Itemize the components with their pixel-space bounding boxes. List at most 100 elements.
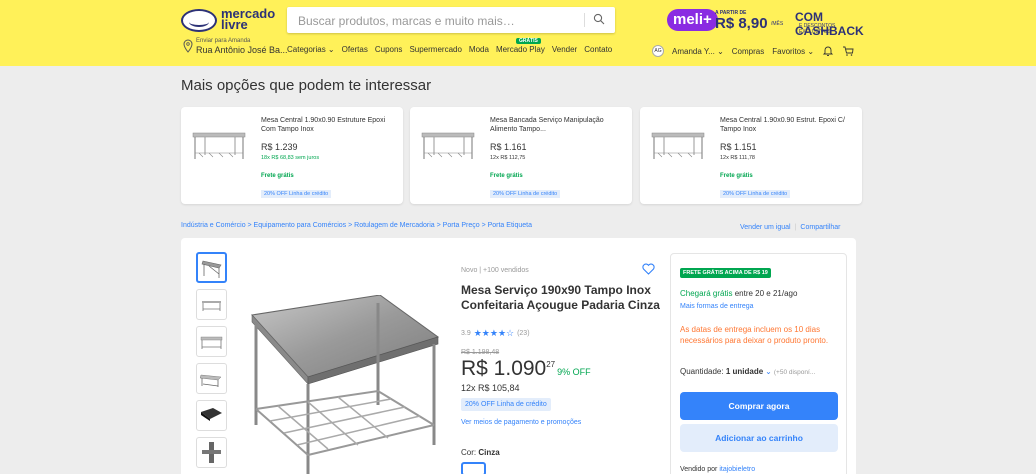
reco-card-price: R$ 1.151: [720, 142, 757, 152]
gallery-thumbnail[interactable]: [196, 252, 227, 283]
address-label: Enviar para Amanda: [196, 38, 251, 44]
meli-plus-promo[interactable]: meli+ A PARTIR DE R$ 8,90 /MÊS COM CASHB…: [667, 9, 864, 38]
reco-card-title: Mesa Central 1.90x0.90 Estruture Epoxi C…: [261, 117, 386, 133]
reco-card-shipping: Frete grátis: [261, 173, 294, 179]
location-pin-icon: [183, 39, 193, 53]
nav-categorias[interactable]: Categorias ⌄: [287, 45, 335, 54]
reco-card-installments: 18x R$ 68,83 sem juros: [261, 155, 320, 161]
mercado-livre-logo[interactable]: mercado livre: [181, 7, 275, 34]
search-input[interactable]: Buscar produtos, marcas e muito mais…: [287, 7, 615, 33]
product-panel: Novo | +100 vendidos Mesa Serviço 190x90…: [181, 238, 856, 474]
promo-cashback-sub: E DESCONTOS EXCLUSIVOS: [799, 23, 836, 35]
buy-now-button[interactable]: Comprar agora: [680, 392, 838, 420]
nav-supermercado[interactable]: Supermercado: [409, 45, 461, 54]
product-price: R$ 1.090279% OFF: [461, 357, 591, 381]
color-label: Cor:: [461, 448, 477, 457]
user-menu: AG Amanda Y... ⌄ Compras Favoritos ⌄: [652, 45, 854, 57]
arrival-free: Chegará grátis: [680, 289, 733, 298]
reco-card-installments: 12x R$ 111,78: [720, 155, 755, 161]
quantity-label: Quantidade:: [680, 367, 724, 376]
product-condition: Novo | +100 vendidos: [461, 267, 529, 274]
color-value: Cinza: [478, 448, 500, 457]
favorite-heart-icon[interactable]: [642, 263, 655, 275]
color-swatch[interactable]: [461, 462, 486, 474]
nav-ofertas[interactable]: Ofertas: [342, 45, 368, 54]
main-nav: Categorias ⌄ Ofertas Cupons Supermercado…: [287, 45, 612, 54]
cart-icon[interactable]: [842, 45, 854, 57]
free-shipping-badge: FRETE GRÁTIS ACIMA DE R$ 19: [680, 268, 771, 278]
color-selector-label: Cor: Cinza: [461, 448, 500, 457]
rating-stars-icon: ★★★★☆: [473, 328, 515, 338]
table-thumbnail-image: [192, 132, 246, 159]
installments: 12x R$ 105,84: [461, 383, 520, 393]
gallery-thumbnail[interactable]: [196, 400, 227, 431]
rating-value: 3.9: [461, 330, 471, 337]
reco-card[interactable]: Mesa Central 1.90x0.90 Estrut. Epoxi C/ …: [640, 107, 862, 204]
promo-price: R$ 8,90: [715, 15, 768, 32]
reco-title: Mais opções que podem te interessar: [181, 77, 432, 94]
reco-card-credit: 20% OFF Linha de crédito: [261, 190, 332, 198]
quantity-available: (+50 disponí...: [773, 369, 816, 376]
price-cents: 27: [546, 360, 556, 369]
quantity-selector[interactable]: Quantidade: 1 unidade ⌄ (+50 disponí...: [680, 367, 815, 376]
gallery-thumbnail[interactable]: [196, 437, 227, 468]
reviews-count: (23): [517, 330, 530, 337]
buy-box: FRETE GRÁTIS ACIMA DE R$ 19 Chegará grát…: [670, 253, 847, 474]
page-actions: Vender um igual | Compartilhar: [740, 224, 841, 231]
address-text: Rua Antônio José Ba...: [196, 45, 288, 55]
reco-card-title: Mesa Bancada Serviço Manipulação Aliment…: [490, 117, 604, 133]
price-main: R$ 1.090: [461, 357, 547, 380]
credit-tag: 20% OFF Linha de crédito: [461, 398, 551, 411]
gallery-thumbnail[interactable]: [196, 289, 227, 320]
discount-label: 9% OFF: [557, 367, 591, 377]
bell-icon[interactable]: [822, 45, 834, 57]
table-thumbnail-image: [200, 336, 223, 349]
reco-card[interactable]: Mesa Bancada Serviço Manipulação Aliment…: [410, 107, 632, 204]
add-to-cart-button[interactable]: Adicionar ao carrinho: [680, 424, 838, 452]
logo-text-2: livre: [221, 17, 248, 32]
handshake-icon: [181, 9, 217, 32]
reco-card-title: Mesa Central 1.90x0.90 Estrut. Epoxi C/ …: [720, 117, 845, 133]
user-name[interactable]: Amanda Y... ⌄: [672, 47, 724, 56]
nav-cupons[interactable]: Cupons: [375, 45, 403, 54]
gallery-thumbnail[interactable]: [196, 326, 227, 357]
nav-vender[interactable]: Vender: [552, 45, 577, 54]
search-icon[interactable]: [593, 13, 605, 25]
share-link[interactable]: Compartilhar: [800, 224, 840, 231]
quantity-value: 1 unidade: [725, 367, 764, 376]
seller-link[interactable]: itajobieletro: [719, 466, 755, 473]
sell-similar-link[interactable]: Vender um igual: [740, 224, 791, 231]
product-main-image[interactable]: [248, 295, 455, 474]
nav-compras[interactable]: Compras: [732, 47, 764, 56]
search-divider: [584, 13, 585, 27]
delivery-warning: As datas de entrega incluem os 10 dias n…: [680, 325, 829, 345]
product-rating[interactable]: 3.9 ★★★★☆ (23): [461, 328, 530, 339]
seller-label: Vendido por: [680, 466, 720, 473]
arrival-dates: entre 20 e 21/ago: [732, 289, 798, 298]
nav-mercado-play[interactable]: Mercado Play: [496, 45, 545, 54]
gallery-thumbnail[interactable]: [196, 363, 227, 394]
seller-info: Vendido por itajobieletro: [680, 466, 755, 473]
table-thumbnail-image: [421, 132, 475, 159]
header: mercado livre Buscar produtos, marcas e m…: [0, 0, 1036, 66]
more-shipping-link[interactable]: Mais formas de entrega: [680, 303, 754, 310]
meli-plus-badge: meli+: [667, 9, 718, 31]
nav-contato[interactable]: Contato: [584, 45, 612, 54]
nav-favoritos[interactable]: Favoritos ⌄: [772, 47, 814, 56]
payment-methods-link[interactable]: Ver meios de pagamento e promoções: [461, 419, 581, 426]
table-leg-image: [202, 442, 221, 463]
search-placeholder: Buscar produtos, marcas e muito mais…: [298, 14, 515, 28]
nav-moda[interactable]: Moda: [469, 45, 489, 54]
reco-card-price: R$ 1.239: [261, 142, 298, 152]
gratis-badge: GRÁTIS: [516, 38, 541, 44]
promo-per-month: /MÊS: [771, 21, 784, 27]
reco-card[interactable]: Mesa Central 1.90x0.90 Estruture Epoxi C…: [181, 107, 403, 204]
table-top-image: [201, 408, 222, 421]
avatar[interactable]: AG: [652, 45, 664, 57]
reco-card-installments: 12x R$ 112,75: [490, 155, 526, 161]
reco-card-price: R$ 1.161: [490, 142, 527, 152]
breadcrumb[interactable]: Indústria e Comércio > Equipamento para …: [181, 222, 532, 229]
table-thumbnail-image: [651, 132, 705, 159]
chevron-down-icon: ⌄: [765, 367, 772, 376]
reco-card-credit: 20% OFF Linha de crédito: [720, 190, 791, 198]
